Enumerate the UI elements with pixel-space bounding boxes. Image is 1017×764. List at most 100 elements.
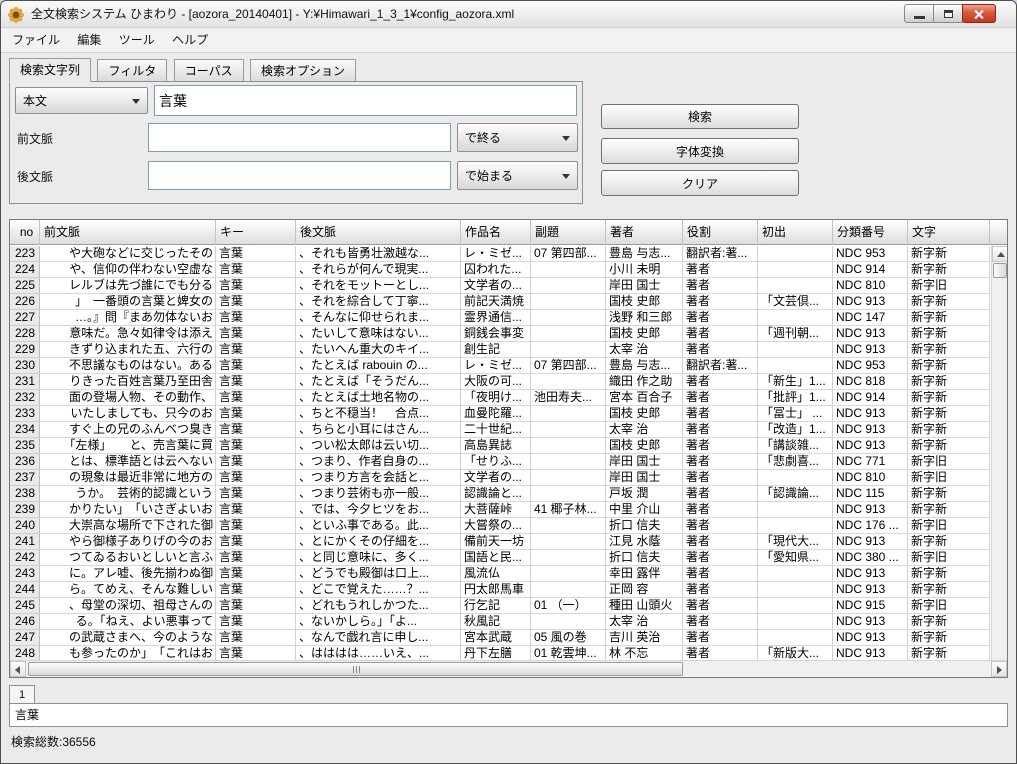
cell-pre-context[interactable]: や大砲などに交じったその [40,246,216,262]
cell-key[interactable]: 言葉 [216,518,296,534]
cell-subtitle[interactable]: 01 （一） [531,598,606,614]
cell-classification[interactable]: NDC 913 [833,326,908,342]
cell-author[interactable]: 太宰 治 [606,422,683,438]
table-row[interactable]: 235「左様」 と、売言葉に買言葉、つい松太郎は云い切...高島異誌国枝 史郎著… [10,438,990,454]
cell-author[interactable]: 宮本 百合子 [606,390,683,406]
cell-no[interactable]: 235 [10,438,40,454]
cell-no[interactable]: 234 [10,422,40,438]
cell-classification[interactable]: NDC 913 [833,534,908,550]
cell-post-context[interactable]: 、つまり芸術も亦一般... [296,486,461,502]
cell-first-publication[interactable]: 「悲劇喜... [758,454,833,470]
cell-classification[interactable]: NDC 914 [833,262,908,278]
cell-work-title[interactable]: 宮本武蔵 [461,630,531,646]
cell-work-title[interactable]: 二十世紀... [461,422,531,438]
column-header-key[interactable]: キー [216,220,296,245]
cell-classification[interactable]: NDC 810 [833,278,908,294]
cell-subtitle[interactable] [531,614,606,630]
cell-role[interactable]: 著者 [683,502,758,518]
cell-first-publication[interactable] [758,262,833,278]
cell-classification[interactable]: NDC 810 [833,470,908,486]
cell-post-context[interactable]: 、そんなに仰せられま... [296,310,461,326]
cell-subtitle[interactable] [531,422,606,438]
cell-charset[interactable]: 新字新 [908,262,990,278]
cell-work-title[interactable]: 「夜明け... [461,390,531,406]
cell-charset[interactable]: 新字旧 [908,454,990,470]
cell-pre-context[interactable]: 意味だ。急々如律令は添え [40,326,216,342]
cell-key[interactable]: 言葉 [216,566,296,582]
cell-author[interactable]: 折口 信夫 [606,550,683,566]
cell-classification[interactable]: NDC 914 [833,390,908,406]
cell-post-context[interactable]: 、どうでも殿御は口上... [296,566,461,582]
menu-item-help[interactable]: ヘルプ [165,29,215,52]
cell-author[interactable]: 種田 山頭火 [606,598,683,614]
cell-charset[interactable]: 新字新 [908,534,990,550]
cell-subtitle[interactable] [531,566,606,582]
cell-no[interactable]: 228 [10,326,40,342]
cell-charset[interactable]: 新字新 [908,294,990,310]
cell-subtitle[interactable] [531,486,606,502]
table-row[interactable]: 223や大砲などに交じったその言葉、それも皆勇壮激越な...レ・ミゼ...07 … [10,246,990,262]
cell-pre-context[interactable]: 面の登場人物、その動作、 [40,390,216,406]
cell-first-publication[interactable] [758,630,833,646]
cell-subtitle[interactable] [531,438,606,454]
cell-no[interactable]: 233 [10,406,40,422]
cell-subtitle[interactable]: 41 椰子林... [531,502,606,518]
table-row[interactable]: 226」 一番頭の言葉と婢女の言葉、それを綜合して丁寧...前記天満焼国枝 史郎… [10,294,990,310]
cell-role[interactable]: 著者 [683,518,758,534]
cell-role[interactable]: 著者 [683,598,758,614]
cell-key[interactable]: 言葉 [216,390,296,406]
cell-role[interactable]: 著者 [683,326,758,342]
cell-charset[interactable]: 新字新 [908,566,990,582]
cell-post-context[interactable]: 、ちと不穏当！ 合点... [296,406,461,422]
cell-role[interactable]: 著者 [683,342,758,358]
cell-post-context[interactable]: 、ないかしら。」「よ... [296,614,461,630]
cell-classification[interactable]: NDC 913 [833,406,908,422]
column-header-work-title[interactable]: 作品名 [461,220,531,245]
cell-first-publication[interactable]: 「講談雑... [758,438,833,454]
cell-no[interactable]: 245 [10,598,40,614]
cell-classification[interactable]: NDC 913 [833,342,908,358]
cell-pre-context[interactable]: 不思議なものはない。ある [40,358,216,374]
cell-subtitle[interactable] [531,406,606,422]
column-header-no[interactable]: no [10,220,40,245]
cell-charset[interactable]: 新字旧 [908,598,990,614]
post-context-input[interactable] [148,161,451,190]
cell-charset[interactable]: 新字新 [908,326,990,342]
cell-author[interactable]: 浅野 和三郎 [606,310,683,326]
cell-author[interactable]: 岸田 国士 [606,470,683,486]
column-header-first-publication[interactable]: 初出 [758,220,833,245]
cell-role[interactable]: 著者 [683,422,758,438]
cell-classification[interactable]: NDC 913 [833,582,908,598]
search-button[interactable]: 検索 [601,104,799,129]
table-row[interactable]: 242つてゐるおいとしいと言ふ言葉、と同じ意味に、多く...国語と民...折口 … [10,550,990,566]
post-context-mode-select[interactable]: で始まる [457,161,578,190]
cell-first-publication[interactable]: 「冨士」 ... [758,406,833,422]
cell-subtitle[interactable] [531,326,606,342]
cell-key[interactable]: 言葉 [216,294,296,310]
table-row[interactable]: 227…。』問『まあ勿体ないお言葉、そんなに仰せられま...霊界通信...浅野 … [10,310,990,326]
cell-author[interactable]: 豊島 与志... [606,358,683,374]
cell-key[interactable]: 言葉 [216,614,296,630]
cell-classification[interactable]: NDC 913 [833,614,908,630]
cell-subtitle[interactable] [531,374,606,390]
column-header-charset[interactable]: 文字 [908,220,990,245]
cell-author[interactable]: 岸田 国士 [606,278,683,294]
cell-key[interactable]: 言葉 [216,550,296,566]
cell-subtitle[interactable]: 07 第四部... [531,246,606,262]
cell-classification[interactable]: NDC 176 ... [833,518,908,534]
tab-search-string[interactable]: 検索文字列 [9,58,91,82]
cell-work-title[interactable]: 行乞記 [461,598,531,614]
cell-subtitle[interactable] [531,262,606,278]
menu-item-edit[interactable]: 編集 [70,29,108,52]
cell-no[interactable]: 226 [10,294,40,310]
cell-author[interactable]: 江見 水蔭 [606,534,683,550]
search-target-select[interactable]: 本文 [15,87,148,114]
scroll-left-arrow-icon[interactable] [10,661,26,677]
scroll-right-arrow-icon[interactable] [991,661,1007,677]
cell-role[interactable]: 著者 [683,614,758,630]
cell-charset[interactable]: 新字新 [908,374,990,390]
cell-classification[interactable]: NDC 147 [833,310,908,326]
cell-subtitle[interactable] [531,582,606,598]
table-row[interactable]: 229きずり込まれた五、六行の言葉、たいへん重大のキイ...創生記太宰 治著者N… [10,342,990,358]
cell-author[interactable]: 豊島 与志... [606,246,683,262]
